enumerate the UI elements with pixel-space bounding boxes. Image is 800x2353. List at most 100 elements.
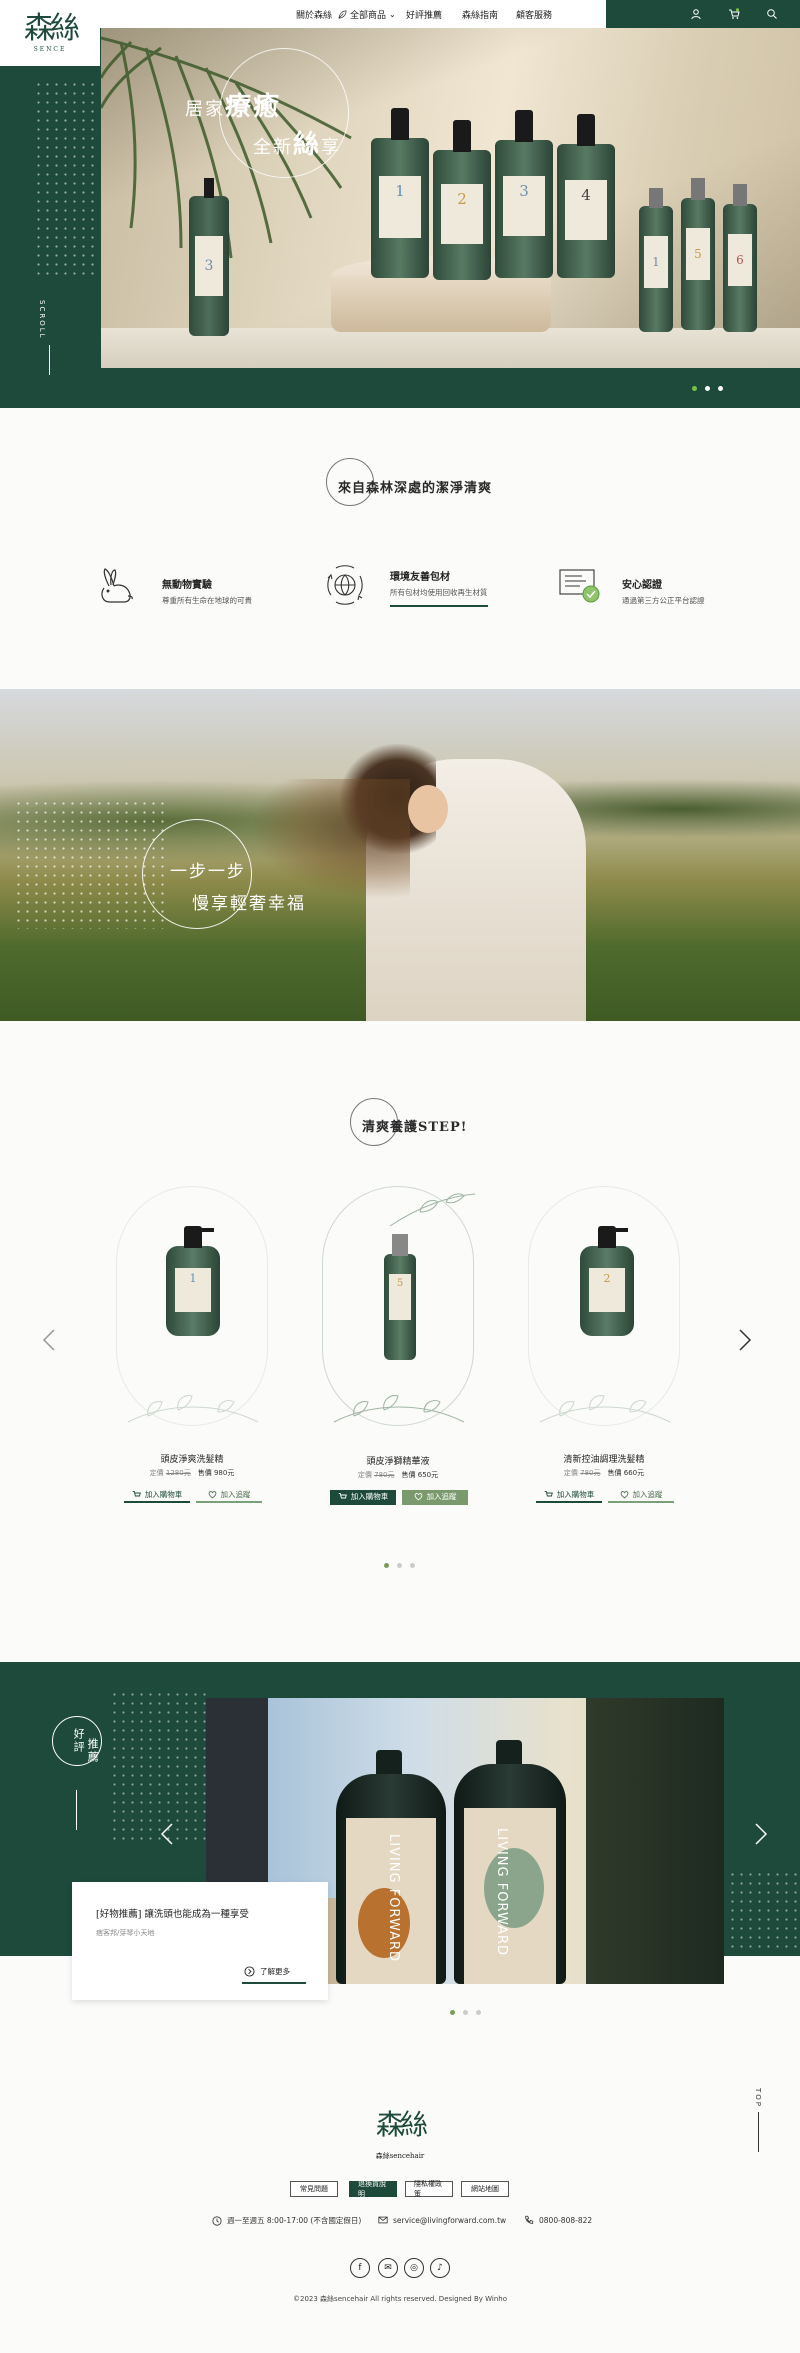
hero-bottle-pump: [391, 108, 409, 140]
hero-bottle-pump: [577, 114, 595, 146]
features-title: 來自森林深處的潔淨清爽: [338, 481, 493, 496]
footer-link-returns[interactable]: 退換貨說明: [349, 2180, 397, 2198]
copyright: ©2023 森絲sencehair All rights reserved. D…: [293, 2295, 507, 2303]
product-bottle-image[interactable]: 1: [166, 1246, 220, 1336]
footer-phone[interactable]: 0800-808-822: [524, 2215, 592, 2225]
hero-bottle: 6: [723, 204, 757, 332]
phone-icon: [525, 2215, 534, 2224]
hero-pager-dot[interactable]: [718, 386, 723, 391]
products-pager-dot[interactable]: [397, 1563, 402, 1568]
hero-pager: [692, 386, 723, 391]
review-bottle-label: LIVING FORWARD: [346, 1818, 436, 1984]
cart-icon[interactable]: [728, 8, 740, 20]
woman-hair-flow: [250, 779, 410, 899]
hero-bottle-cap: [204, 178, 214, 198]
heart-icon: [414, 1493, 422, 1501]
leaf-icon: [338, 10, 347, 18]
feature-item: 無動物實驗 尊重所有生命在地球的可貴: [162, 580, 252, 605]
hero-bottle: 1: [371, 138, 429, 278]
product-price: 定價 780元 售價 650元: [357, 1471, 439, 1479]
learn-more-link[interactable]: 了解更多: [244, 1966, 290, 1977]
rabbit-icon: [101, 568, 133, 603]
cart-icon: [544, 1491, 553, 1497]
chevron-left-icon[interactable]: [160, 1822, 174, 1846]
reviews-badge: 好評: [72, 1728, 86, 1754]
footer-logo[interactable]: 森絲: [370, 2100, 430, 2146]
heart-icon: [620, 1491, 628, 1499]
nav-item-all-products[interactable]: 全部商品 ⌄: [338, 0, 396, 28]
tiktok-icon[interactable]: ♪: [430, 2258, 450, 2278]
review-bottle-pump: [376, 1750, 402, 1774]
add-to-cart-button[interactable]: 加入購物車: [124, 1488, 190, 1503]
footer-link-privacy[interactable]: 隱私權政策: [405, 2180, 453, 2198]
hero-bottle-pump: [453, 120, 471, 152]
hero-bottle: 1: [639, 206, 673, 332]
search-icon[interactable]: [766, 8, 778, 20]
label-shape: [484, 1848, 544, 1928]
nav-item-reviews[interactable]: 好評推薦: [406, 0, 442, 28]
feature-active-underline: [390, 605, 488, 607]
review-card-title: [好物推薦] 讓洗頭也能成為一種享受: [96, 1909, 249, 1920]
hero-bottle: 2: [433, 150, 491, 280]
hero-pager-dot[interactable]: [692, 386, 697, 391]
footer-link-faq[interactable]: 常見問題: [290, 2181, 338, 2197]
clock-icon: [212, 2215, 222, 2226]
site-logo[interactable]: 森絲 SENCE: [0, 0, 100, 66]
back-to-top[interactable]: TOP: [754, 2088, 762, 2108]
learn-more-underline: [242, 1982, 306, 1984]
hero-dot-pattern: [34, 80, 100, 280]
hero-spray-cap: [649, 188, 663, 208]
footer-hours: 週一至週五 8:00-17:00 (不含國定假日): [212, 2215, 361, 2226]
woman-face: [408, 785, 448, 833]
product-bottle-nozzle: [200, 1228, 214, 1232]
reviews-pager-dot[interactable]: [450, 2010, 455, 2015]
scroll-indicator[interactable]: SCROLL: [38, 300, 46, 340]
nav-item-about[interactable]: 關於森絲: [296, 0, 332, 28]
reviews-badge: 推薦: [86, 1738, 100, 1764]
hero-pager-dot[interactable]: [705, 386, 710, 391]
chevron-left-icon[interactable]: [42, 1328, 56, 1352]
reviews-dot-pattern: [110, 1690, 210, 1840]
line-icon[interactable]: ✉: [378, 2258, 398, 2278]
banner-title-line1: 一步一步: [170, 862, 246, 882]
add-to-favorites-button[interactable]: 加入追蹤: [608, 1488, 674, 1503]
window-frame: [586, 1698, 724, 1984]
hero-title-line1: 居家療癒: [185, 92, 282, 122]
review-card[interactable]: [好物推薦] 讓洗頭也能成為一種享受 痞客邦/芽琴小天地 了解更多: [72, 1882, 328, 2000]
reviews-badge-line: [76, 1790, 77, 1830]
banner-dot-pattern: [14, 799, 164, 929]
scroll-line: [49, 345, 50, 375]
facebook-icon[interactable]: f: [350, 2258, 370, 2278]
label-shape: [358, 1888, 410, 1958]
add-to-favorites-button[interactable]: 加入追蹤: [196, 1488, 262, 1503]
instagram-icon[interactable]: ◎: [404, 2258, 424, 2278]
product-bottle-image[interactable]: 2: [580, 1246, 634, 1336]
add-to-cart-button[interactable]: 加入購物車: [330, 1490, 396, 1505]
product-name[interactable]: 清新控油調理洗髮精: [524, 1452, 684, 1465]
hero-spray-cap: [733, 184, 747, 206]
product-bottle-image[interactable]: 5: [384, 1254, 416, 1360]
review-card-author: 痞客邦/芽琴小天地: [96, 1929, 155, 1937]
nav-item-guide[interactable]: 森絲指南: [462, 0, 498, 28]
add-to-favorites-button[interactable]: 加入追蹤: [402, 1490, 468, 1505]
nav-item-service[interactable]: 顧客服務: [516, 0, 552, 28]
hero-banner-image[interactable]: 3 1 2 3 4 1 5 6 居家療癒 全新絲享: [101, 28, 800, 368]
reviews-pager-dot[interactable]: [463, 2010, 468, 2015]
product-name[interactable]: 頭皮淨爽洗髮精: [112, 1452, 272, 1465]
chevron-down-icon: ⌄: [389, 9, 396, 19]
reviews-pager-dot[interactable]: [476, 2010, 481, 2015]
certificate-icon: [559, 569, 600, 603]
products-pager-dot[interactable]: [384, 1563, 389, 1568]
footer-link-sitemap[interactable]: 網站地圖: [461, 2181, 509, 2197]
chevron-right-icon[interactable]: [738, 1328, 752, 1352]
products-pager-dot[interactable]: [410, 1563, 415, 1568]
chevron-right-icon[interactable]: [754, 1822, 768, 1846]
user-icon[interactable]: [690, 8, 702, 20]
footer-email[interactable]: service@livingforward.com.tw: [378, 2215, 506, 2225]
hero-bottle: 3: [189, 196, 229, 336]
lifestyle-banner[interactable]: 一步一步 慢享輕奢幸福: [0, 689, 800, 1021]
product-name[interactable]: 頭皮淨獅精華液: [318, 1454, 478, 1467]
footer-logo-caption: 森絲sencehair: [375, 2152, 425, 2160]
page: 森絲 SENCE 關於森絲 全部商品 ⌄ 好評推薦 森絲指南 顧客服務 SCROL…: [0, 0, 800, 2353]
add-to-cart-button[interactable]: 加入購物車: [536, 1488, 602, 1503]
